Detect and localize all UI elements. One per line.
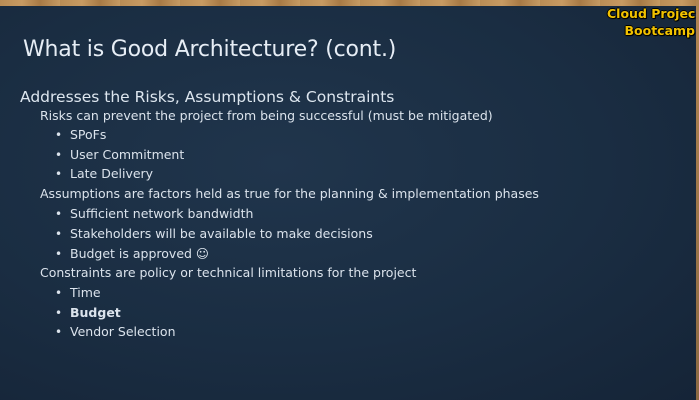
list-item: • Budget	[55, 305, 121, 320]
bullet-icon: •	[55, 247, 63, 261]
bullet-label: Budget	[70, 305, 121, 320]
bullet-label: Stakeholders will be available to make d…	[70, 226, 373, 241]
list-item: • Budget is approved ☺	[55, 246, 209, 261]
slide: What is Good Architecture? (cont.) Addre…	[0, 6, 696, 400]
risks-text: Risks can prevent the project from being…	[40, 108, 493, 123]
bullet-label: User Commitment	[70, 147, 185, 162]
list-item: • SPoFs	[55, 127, 106, 142]
bullet-label: SPoFs	[70, 127, 107, 142]
bullet-label: Time	[70, 285, 101, 300]
list-item: • Stakeholders will be available to make …	[55, 226, 373, 241]
bullet-icon: •	[55, 306, 63, 320]
list-item: • User Commitment	[55, 147, 184, 162]
bullet-label: Vendor Selection	[70, 324, 176, 339]
bullet-label: Late Delivery	[70, 166, 154, 181]
brand-line-1: Cloud Projec	[607, 6, 696, 21]
video-frame: What is Good Architecture? (cont.) Addre…	[0, 0, 699, 400]
list-item: • Vendor Selection	[55, 324, 176, 339]
assumptions-text: Assumptions are factors held as true for…	[40, 186, 539, 201]
bullet-icon: •	[55, 207, 63, 221]
list-item: • Late Delivery	[55, 166, 153, 181]
bullet-label: Sufficient network bandwidth	[70, 206, 254, 221]
brand-line-2: Bootcamp	[624, 23, 696, 38]
bullet-icon: •	[55, 128, 63, 142]
bullet-label: Budget is approved ☺	[70, 246, 209, 261]
bullet-icon: •	[55, 167, 63, 181]
bullet-icon: •	[55, 325, 63, 339]
bullet-icon: •	[55, 286, 63, 300]
list-item: • Time	[55, 285, 101, 300]
constraints-text: Constraints are policy or technical limi…	[40, 265, 417, 280]
list-item: • Sufficient network bandwidth	[55, 206, 253, 221]
bullet-icon: •	[55, 148, 63, 162]
brand-logo: Cloud Projec Bootcamp	[607, 5, 695, 39]
bullet-icon: •	[55, 227, 63, 241]
slide-heading: Addresses the Risks, Assumptions & Const…	[20, 88, 395, 106]
slide-title: What is Good Architecture? (cont.)	[23, 37, 397, 62]
